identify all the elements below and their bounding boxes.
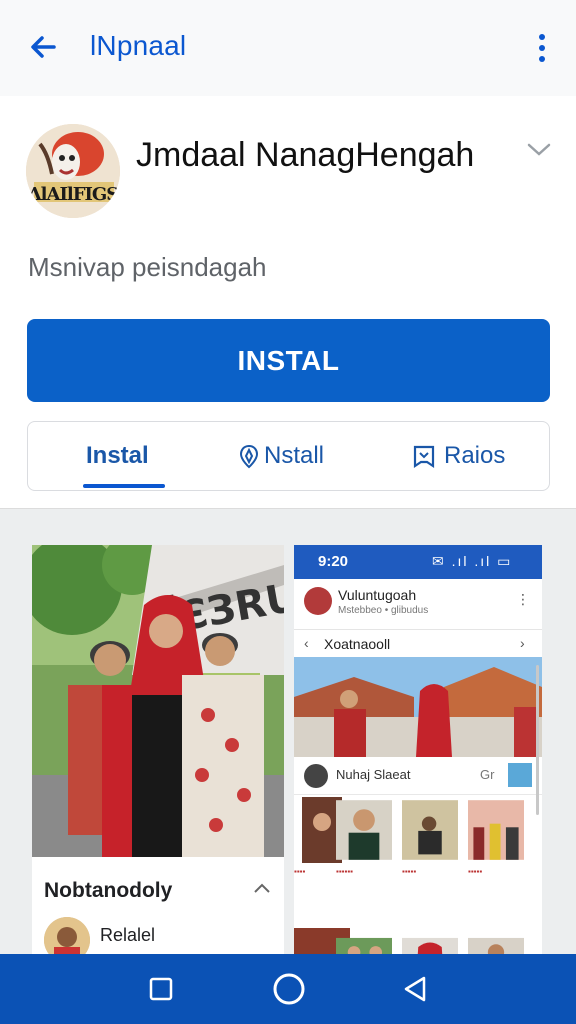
tab-bar: Instal Nstall Raios — [27, 421, 550, 491]
screenshot-1-title: Nobtanodoly — [44, 879, 173, 902]
app-header: ɅlAIlFIGS Jmdaal NanagHengah Msnivap pei… — [0, 96, 576, 508]
post-avatar — [304, 764, 328, 788]
bookmark-icon — [413, 445, 435, 469]
grid-photo[interactable] — [468, 923, 524, 955]
inner-nav: ‹ Xoatnaooll › — [294, 629, 542, 657]
profile-name: Vuluntugoah — [338, 587, 417, 603]
more-options-icon[interactable] — [528, 30, 556, 66]
app-icon-text: ɅlAIlFIGS — [27, 184, 120, 205]
profile-avatar — [304, 587, 332, 615]
grid-photo[interactable] — [468, 797, 524, 863]
avatar — [44, 917, 90, 955]
more-options-icon[interactable]: ⋮ — [516, 591, 530, 608]
chevron-up-icon[interactable] — [252, 881, 272, 895]
grid-photo[interactable] — [402, 797, 458, 863]
scrollbar[interactable] — [536, 665, 539, 815]
app-name: Jmdaal NanagHengah — [136, 136, 475, 174]
app-bar: lNpnaal — [0, 0, 576, 96]
post-meta: Gr — [480, 767, 495, 782]
post-name: Nuhaj Slaeat — [336, 767, 411, 782]
tab-raios[interactable]: Raios — [412, 422, 522, 490]
inner-photo — [294, 657, 542, 757]
home-circle-icon[interactable] — [271, 971, 307, 1007]
back-arrow-icon[interactable] — [24, 28, 64, 68]
status-time: 9:20 — [318, 553, 349, 570]
status-icons: ✉ .ıl .ıl ▭ — [432, 553, 513, 569]
system-nav-bar — [0, 954, 576, 1024]
chevron-down-icon[interactable] — [524, 138, 554, 162]
tab-nstall[interactable]: Nstall — [234, 422, 344, 490]
app-bar-title: lNpnaal — [90, 30, 187, 61]
chevron-right-icon[interactable]: › — [520, 635, 525, 651]
grid-photo[interactable] — [402, 923, 458, 955]
profile-header: Vuluntugoah Mstebbeo • glibudus ⋮ — [294, 579, 542, 629]
post-card[interactable]: Nuhaj Slaeat Gr — [294, 759, 542, 795]
grid-photo[interactable] — [336, 923, 392, 955]
screenshot-1[interactable]: ЇЄЗRUІg Nobtanodoly Relalel — [32, 545, 284, 955]
tab-nstall-label: Nstall — [264, 442, 325, 469]
screenshot-1-item-label: Relalel — [100, 925, 156, 945]
active-tab-indicator — [83, 484, 165, 488]
install-button[interactable]: INSTAL — [27, 319, 550, 402]
tab-install[interactable]: Instal — [86, 422, 149, 490]
app-subtitle: Msnivap peisndagah — [28, 252, 267, 282]
app-icon: ɅlAIlFIGS — [26, 124, 120, 218]
pin-icon — [239, 444, 259, 469]
profile-sub: Mstebbeo • glibudus — [338, 605, 429, 616]
grid-photo[interactable] — [336, 797, 392, 863]
screenshot-carousel[interactable]: ЇЄЗRUІg Nobtanodoly Relalel 9:20 ✉ .ıl .… — [0, 508, 576, 955]
screenshot-2[interactable]: 9:20 ✉ .ıl .ıl ▭ Vuluntugoah Mstebbeo • … — [294, 545, 542, 955]
inner-nav-title: Xoatnaooll — [324, 636, 391, 652]
recents-square-icon[interactable] — [146, 974, 176, 1004]
tab-raios-label: Raios — [444, 442, 506, 469]
screenshot-1-photo: ЇЄЗRUІg — [32, 545, 284, 857]
back-triangle-icon[interactable] — [400, 974, 430, 1004]
post-thumbnail — [508, 763, 532, 787]
status-bar: 9:20 ✉ .ıl .ıl ▭ — [294, 545, 542, 579]
chevron-left-icon[interactable]: ‹ — [304, 635, 309, 651]
